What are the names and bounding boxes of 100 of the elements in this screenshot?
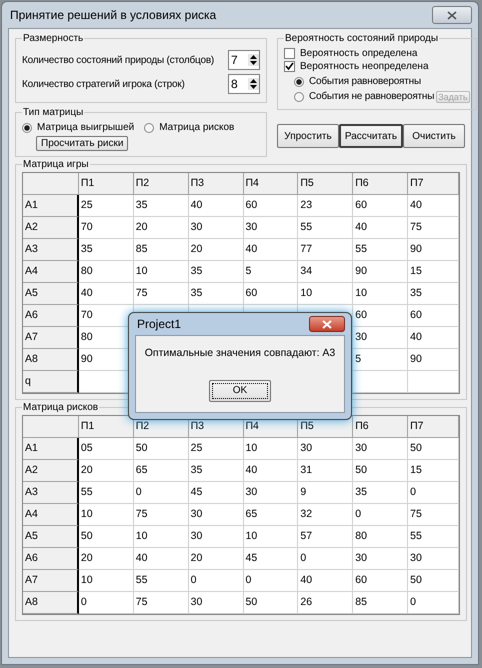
- table-cell[interactable]: 85: [353, 592, 408, 614]
- table-cell[interactable]: 10: [244, 438, 298, 460]
- table-cell[interactable]: 45: [188, 482, 244, 504]
- table-cell[interactable]: 57: [298, 526, 354, 548]
- table-cell[interactable]: 10: [134, 261, 189, 283]
- calculate-risks-button[interactable]: Просчитать риски: [36, 136, 128, 151]
- table-cell[interactable]: 0: [408, 592, 460, 614]
- table-cell[interactable]: 10: [134, 526, 189, 548]
- action-button[interactable]: Упростить: [277, 124, 339, 148]
- table-cell[interactable]: 31: [298, 460, 354, 482]
- table-cell[interactable]: 40: [244, 239, 298, 261]
- table-cell[interactable]: 10: [298, 283, 354, 305]
- table-cell[interactable]: 50: [408, 438, 460, 460]
- table-cell[interactable]: 20: [134, 217, 189, 239]
- close-button[interactable]: [432, 6, 472, 24]
- table-cell[interactable]: 23: [298, 195, 354, 217]
- table-cell[interactable]: 34: [298, 261, 354, 283]
- table-cell[interactable]: 35: [188, 283, 244, 305]
- table-cell[interactable]: 75: [408, 217, 460, 239]
- table-cell[interactable]: 20: [188, 239, 244, 261]
- table-cell[interactable]: 15: [408, 261, 460, 283]
- table-cell[interactable]: [353, 371, 408, 393]
- radio-option[interactable]: Матрица рисков: [144, 122, 234, 133]
- table-cell[interactable]: 35: [188, 261, 244, 283]
- table-cell[interactable]: 77: [298, 239, 354, 261]
- table-cell[interactable]: 30: [188, 592, 244, 614]
- table-cell[interactable]: 40: [134, 548, 189, 570]
- table-cell[interactable]: 45: [244, 548, 298, 570]
- table-cell[interactable]: 20: [188, 548, 244, 570]
- table-cell[interactable]: 5: [353, 349, 408, 371]
- table-cell[interactable]: 10: [353, 283, 408, 305]
- table-cell[interactable]: 20: [78, 548, 134, 570]
- action-button[interactable]: Очистить: [403, 124, 465, 148]
- table-cell[interactable]: 75: [134, 504, 189, 526]
- table-cell[interactable]: 30: [353, 548, 408, 570]
- table-cell[interactable]: 50: [353, 460, 408, 482]
- spin-field[interactable]: 8: [228, 74, 260, 94]
- radio-option[interactable]: События равновероятны: [294, 76, 421, 87]
- table-cell[interactable]: 26: [298, 592, 354, 614]
- table-cell[interactable]: 40: [244, 460, 298, 482]
- table-cell[interactable]: 35: [353, 482, 408, 504]
- table-cell[interactable]: 65: [134, 460, 189, 482]
- table-cell[interactable]: 40: [408, 327, 460, 349]
- table-cell[interactable]: 10: [78, 570, 134, 592]
- radio-option[interactable]: Матрица выигрышей: [22, 122, 134, 133]
- table-cell[interactable]: 90: [408, 349, 460, 371]
- table-cell[interactable]: [408, 371, 460, 393]
- radio-option[interactable]: События не равновероятны: [294, 91, 434, 102]
- checkbox-option[interactable]: Вероятность определена: [284, 48, 470, 59]
- table-cell[interactable]: 30: [188, 217, 244, 239]
- table-cell[interactable]: 35: [408, 283, 460, 305]
- table-cell[interactable]: 15: [408, 460, 460, 482]
- table-cell[interactable]: 40: [188, 195, 244, 217]
- table-cell[interactable]: 40: [408, 195, 460, 217]
- table-cell[interactable]: 90: [408, 239, 460, 261]
- table-cell[interactable]: 75: [134, 592, 189, 614]
- close-button[interactable]: [309, 316, 345, 332]
- table-cell[interactable]: 60: [244, 195, 298, 217]
- table-cell[interactable]: 90: [353, 261, 408, 283]
- table-cell[interactable]: 40: [353, 217, 408, 239]
- table-cell[interactable]: 35: [188, 460, 244, 482]
- table-cell[interactable]: 05: [78, 438, 134, 460]
- table-cell[interactable]: 30: [244, 482, 298, 504]
- table-cell[interactable]: 9: [298, 482, 354, 504]
- table-cell[interactable]: 0: [298, 548, 354, 570]
- table-cell[interactable]: 30: [298, 438, 354, 460]
- table-cell[interactable]: 30: [188, 504, 244, 526]
- table-cell[interactable]: 35: [134, 195, 189, 217]
- table-cell[interactable]: 10: [78, 504, 134, 526]
- table-cell[interactable]: 0: [188, 570, 244, 592]
- table-cell[interactable]: 55: [78, 482, 134, 504]
- table-cell[interactable]: 75: [408, 504, 460, 526]
- table-cell[interactable]: 50: [78, 526, 134, 548]
- checkbox-option[interactable]: Вероятность неопределена: [284, 61, 470, 72]
- table-cell[interactable]: 5: [244, 261, 298, 283]
- table-cell[interactable]: 80: [353, 526, 408, 548]
- table-cell[interactable]: 55: [353, 239, 408, 261]
- table-cell[interactable]: 32: [298, 504, 354, 526]
- table-cell[interactable]: 60: [353, 195, 408, 217]
- table-cell[interactable]: 35: [78, 239, 134, 261]
- spin-field[interactable]: 7: [228, 50, 260, 70]
- table-cell[interactable]: 10: [244, 526, 298, 548]
- table-cell[interactable]: 55: [134, 570, 189, 592]
- table-cell[interactable]: 0: [408, 482, 460, 504]
- table-cell[interactable]: 50: [244, 592, 298, 614]
- table-cell[interactable]: 55: [408, 526, 460, 548]
- table-cell[interactable]: 0: [244, 570, 298, 592]
- action-button[interactable]: Рассчитать: [339, 124, 403, 148]
- table-cell[interactable]: 70: [78, 217, 134, 239]
- table-cell[interactable]: 60: [353, 570, 408, 592]
- table-cell[interactable]: 25: [188, 438, 244, 460]
- table-cell[interactable]: 0: [134, 482, 189, 504]
- table-cell[interactable]: 40: [78, 283, 134, 305]
- table-cell[interactable]: 0: [78, 592, 134, 614]
- table-cell[interactable]: 60: [353, 305, 408, 327]
- table-cell[interactable]: 25: [78, 195, 134, 217]
- table-cell[interactable]: 30: [244, 217, 298, 239]
- table-cell[interactable]: 80: [78, 261, 134, 283]
- table-cell[interactable]: 30: [353, 438, 408, 460]
- table-cell[interactable]: 50: [134, 438, 189, 460]
